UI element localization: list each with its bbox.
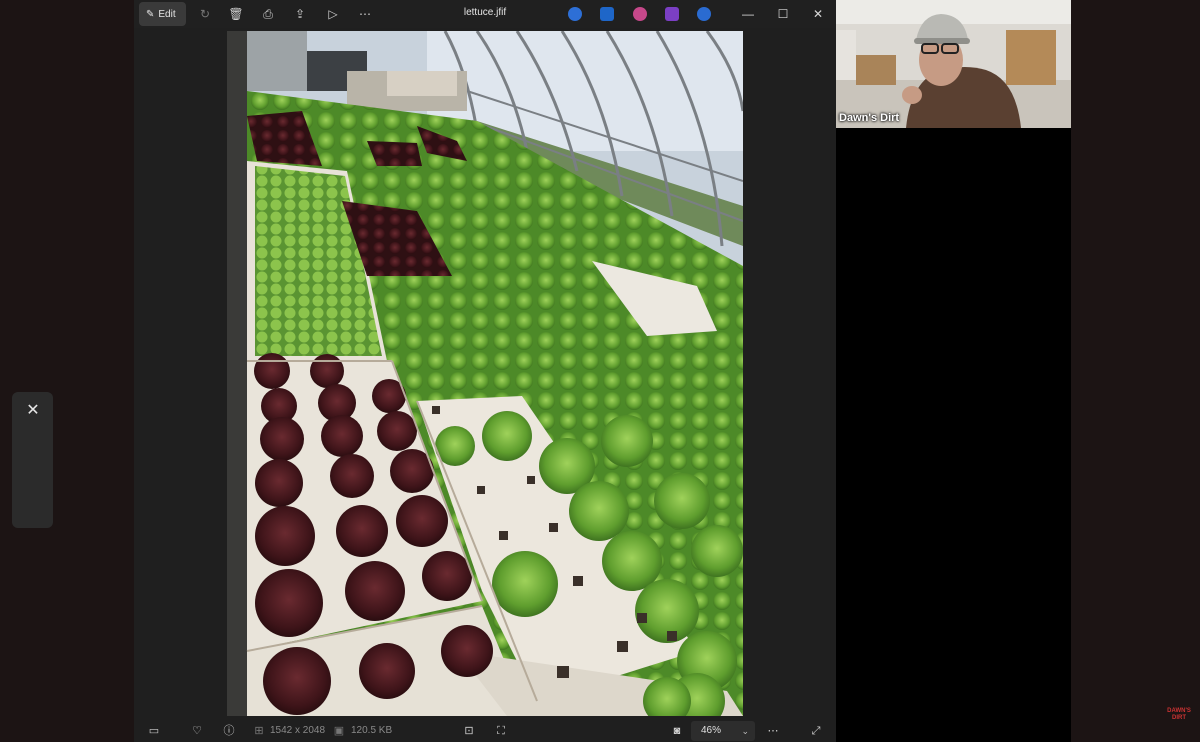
zoom-select[interactable]: 46% ⌄ [691, 721, 755, 741]
photos-app-icon[interactable] [665, 7, 679, 21]
image-filesize: 120.5 KB [351, 725, 393, 736]
file-size-icon: ▣ [333, 725, 345, 737]
webcam-panel-background [836, 128, 1071, 742]
zoom-value: 46% [701, 725, 722, 736]
edit-label: Edit [158, 8, 176, 20]
channel-watermark: DAWN'S DIRT [1164, 708, 1194, 724]
fit-to-window-icon[interactable]: ⊡ [461, 723, 477, 739]
webcam-name-label: Dawn's Dirt [839, 112, 900, 124]
maximize-icon[interactable]: ☐ [774, 5, 792, 23]
webcam-image [836, 0, 1071, 128]
info-icon[interactable]: ⓘ [221, 723, 237, 739]
window-close-icon[interactable]: ✕ [809, 5, 827, 23]
side-panel: ✕ [12, 392, 53, 528]
viewer-toolbar: ✎ Edit ↻ 🗑 ⎙ ⇪ ▷ ⋯ lettuce.jfif — ☐ ✕ [134, 0, 836, 28]
image-dimensions: 1542 x 2048 [270, 725, 326, 736]
favorite-heart-icon[interactable]: ♡ [189, 723, 205, 739]
zoom-fit-icon[interactable]: ◙ [669, 723, 685, 739]
actual-size-icon[interactable]: ⛶ [493, 723, 509, 739]
slideshow-icon[interactable]: ▷ [324, 5, 342, 23]
designer-icon[interactable] [600, 7, 614, 21]
watermark-text: DAWN'S DIRT [1167, 708, 1191, 721]
edit-icon: ✎ [146, 8, 155, 20]
edit-button[interactable]: ✎ Edit [139, 2, 186, 26]
chevron-down-icon: ⌄ [741, 726, 749, 736]
more-options-icon[interactable]: ⋯ [765, 723, 781, 739]
lettuce-photo [227, 31, 743, 716]
share-icon[interactable]: ⇪ [291, 5, 309, 23]
onedrive-icon[interactable] [697, 7, 711, 21]
more-options-icon[interactable]: ⋯ [356, 5, 374, 23]
dimensions-icon: ⊞ [254, 725, 264, 737]
print-icon[interactable]: ⎙ [259, 5, 277, 23]
delete-icon[interactable]: 🗑 [227, 5, 245, 23]
minimize-icon[interactable]: — [739, 5, 757, 23]
filmstrip-icon[interactable]: ▭ [146, 723, 162, 739]
clipchamp-icon[interactable] [633, 7, 647, 21]
photo-viewer-window: ✎ Edit ↻ 🗑 ⎙ ⇪ ▷ ⋯ lettuce.jfif — ☐ ✕ ▭ … [134, 0, 836, 742]
copilot-icon[interactable] [568, 7, 582, 21]
webcam-feed: Dawn's Dirt [836, 0, 1071, 128]
viewer-statusbar: ▭ ♡ ⓘ ⊞ 1542 x 2048 ▣ 120.5 KB ⊡ ⛶ ◙ 46%… [134, 720, 836, 742]
close-icon[interactable]: ✕ [24, 402, 42, 420]
lettuce-photo-image [227, 31, 743, 716]
rotate-icon[interactable]: ↻ [196, 5, 214, 23]
file-title: lettuce.jfif [463, 7, 507, 18]
screen: ✕ ✎ Edit ↻ 🗑 ⎙ ⇪ ▷ ⋯ lettuce.jfif — ☐ ✕ [0, 0, 1200, 742]
fullscreen-icon[interactable]: ⤢ [808, 723, 824, 739]
